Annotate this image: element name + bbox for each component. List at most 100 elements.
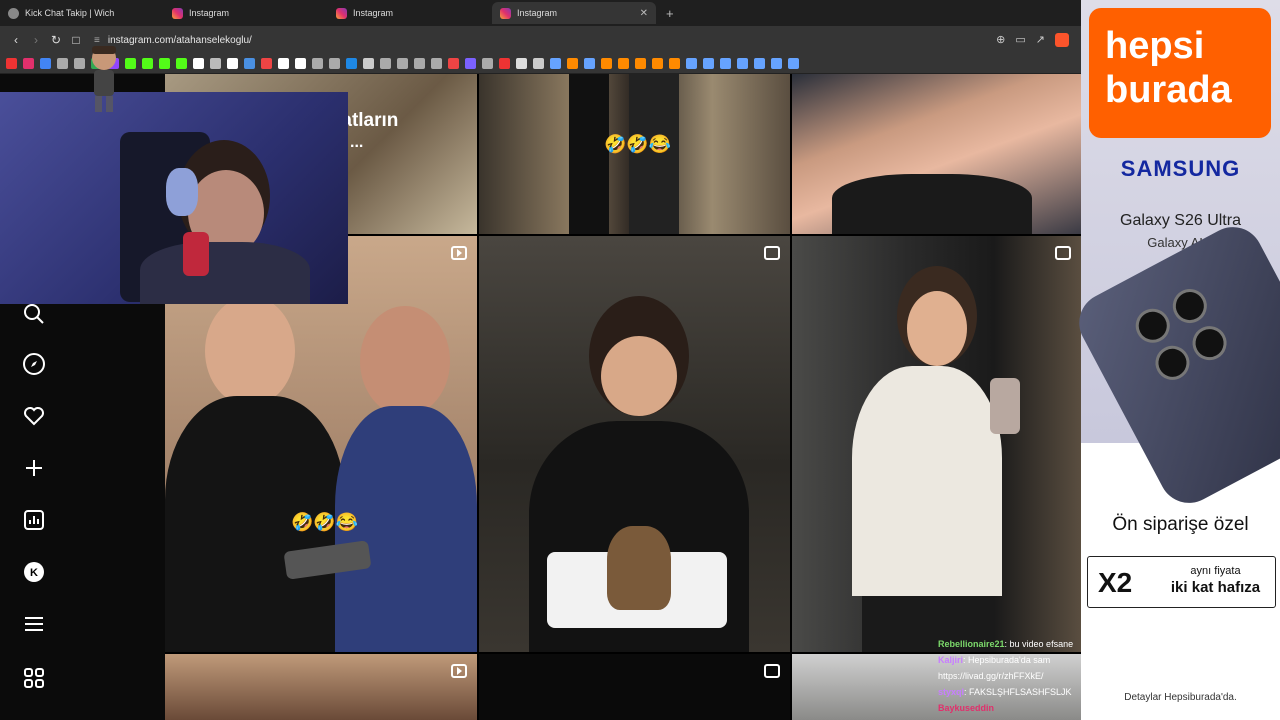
post-thumbnail[interactable]: 🤣🤣😂 bbox=[479, 74, 790, 234]
hepsiburada-logo: hepsi burada bbox=[1089, 8, 1271, 138]
bookmark-item-icon[interactable] bbox=[635, 58, 646, 69]
bookmark-icon[interactable]: □ bbox=[66, 33, 86, 47]
notifications-heart-icon[interactable] bbox=[22, 404, 46, 428]
bookmark-item-icon[interactable] bbox=[431, 58, 442, 69]
advertisement-panel[interactable]: hepsi burada SAMSUNG Galaxy S26 Ultra Ga… bbox=[1068, 0, 1280, 720]
camera-lens bbox=[1166, 283, 1213, 330]
bookmark-item-icon[interactable] bbox=[176, 58, 187, 69]
carousel-icon bbox=[764, 246, 780, 260]
bookmark-item-icon[interactable] bbox=[652, 58, 663, 69]
ad-details-link[interactable]: Detaylar Hepsiburada'da. bbox=[1081, 692, 1280, 703]
emoji-overlay: 🤣🤣😂 bbox=[291, 512, 359, 532]
post-thumbnail[interactable] bbox=[165, 654, 477, 720]
bookmark-item-icon[interactable] bbox=[550, 58, 561, 69]
bookmark-item-icon[interactable] bbox=[227, 58, 238, 69]
bookmark-item-icon[interactable] bbox=[533, 58, 544, 69]
person-figure bbox=[569, 74, 609, 234]
bookmark-item-icon[interactable] bbox=[482, 58, 493, 69]
bookmark-item-icon[interactable] bbox=[159, 58, 170, 69]
bookmark-item-icon[interactable] bbox=[703, 58, 714, 69]
bookmark-item-icon[interactable] bbox=[771, 58, 782, 69]
reload-icon[interactable]: ↻ bbox=[46, 33, 66, 47]
bookmark-item-icon[interactable] bbox=[74, 58, 85, 69]
bookmark-item-icon[interactable] bbox=[448, 58, 459, 69]
bookmark-item-icon[interactable] bbox=[397, 58, 408, 69]
tab-instagram-2[interactable]: Instagram bbox=[328, 2, 492, 24]
tab-kick-chat[interactable]: Kick Chat Takip | Wich bbox=[0, 2, 164, 24]
cast-icon[interactable]: ▭ bbox=[1015, 33, 1025, 47]
avatar-sticker bbox=[92, 46, 116, 112]
bookmark-item-icon[interactable] bbox=[210, 58, 221, 69]
bookmark-item-icon[interactable] bbox=[278, 58, 289, 69]
apps-grid-icon[interactable] bbox=[22, 666, 46, 690]
kick-extension-icon[interactable]: K bbox=[22, 560, 46, 584]
bookmark-item-icon[interactable] bbox=[499, 58, 510, 69]
url-field[interactable]: ≡ instagram.com/atahanselekoglu/ bbox=[94, 30, 996, 50]
bookmark-item-icon[interactable] bbox=[295, 58, 306, 69]
share-icon[interactable]: ↗ bbox=[1036, 33, 1045, 47]
bookmark-item-icon[interactable] bbox=[346, 58, 357, 69]
post-thumbnail[interactable] bbox=[792, 74, 1081, 234]
samsung-logo: SAMSUNG bbox=[1120, 156, 1241, 181]
camera-lens bbox=[1129, 302, 1176, 349]
bookmark-item-icon[interactable] bbox=[380, 58, 391, 69]
bookmark-item-icon[interactable] bbox=[414, 58, 425, 69]
bookmark-item-icon[interactable] bbox=[584, 58, 595, 69]
bookmark-item-icon[interactable] bbox=[567, 58, 578, 69]
post-thumbnail[interactable] bbox=[479, 654, 790, 720]
camera-lens bbox=[1186, 320, 1233, 367]
bookmark-item-icon[interactable] bbox=[737, 58, 748, 69]
bookmark-item-icon[interactable] bbox=[23, 58, 34, 69]
bookmark-item-icon[interactable] bbox=[125, 58, 136, 69]
headphones bbox=[166, 168, 198, 216]
bookmark-item-icon[interactable] bbox=[244, 58, 255, 69]
bookmark-item-icon[interactable] bbox=[754, 58, 765, 69]
brave-shield-icon[interactable] bbox=[1055, 33, 1069, 47]
bookmark-item-icon[interactable] bbox=[40, 58, 51, 69]
bookmark-item-icon[interactable] bbox=[669, 58, 680, 69]
post-thumbnail[interactable] bbox=[479, 236, 790, 652]
bookmark-item-icon[interactable] bbox=[601, 58, 612, 69]
tab-instagram-1[interactable]: Instagram bbox=[164, 2, 328, 24]
explore-icon[interactable] bbox=[22, 352, 46, 376]
create-plus-icon[interactable] bbox=[22, 456, 46, 480]
post-thumbnail[interactable] bbox=[792, 236, 1081, 652]
bookmark-item-icon[interactable] bbox=[788, 58, 799, 69]
bookmark-item-icon[interactable] bbox=[618, 58, 629, 69]
menu-icon[interactable] bbox=[22, 612, 46, 636]
bookmark-item-icon[interactable] bbox=[686, 58, 697, 69]
chat-text: : Hepsiburada'da sam bbox=[963, 655, 1051, 665]
new-tab-button[interactable]: + bbox=[666, 6, 674, 21]
chat-message: Rebellionaire21: bu video efsane bbox=[938, 636, 1081, 652]
camera-lens bbox=[1149, 339, 1196, 386]
bookmark-item-icon[interactable] bbox=[142, 58, 153, 69]
bookmark-item-icon[interactable] bbox=[465, 58, 476, 69]
bookmarks-bar bbox=[0, 54, 1081, 74]
close-tab-icon[interactable]: ✕ bbox=[640, 8, 648, 19]
bookmark-item-icon[interactable] bbox=[329, 58, 340, 69]
chat-text: : bu video efsane bbox=[1004, 639, 1074, 649]
url-text: instagram.com/atahanselekoglu/ bbox=[107, 34, 252, 46]
bookmark-item-icon[interactable] bbox=[363, 58, 374, 69]
bookmark-item-icon[interactable] bbox=[193, 58, 204, 69]
bookmark-item-icon[interactable] bbox=[261, 58, 272, 69]
tab-instagram-active[interactable]: Instagram ✕ bbox=[492, 2, 656, 24]
back-icon[interactable]: ‹ bbox=[6, 33, 26, 47]
search-icon[interactable] bbox=[22, 302, 46, 326]
tab-title: Instagram bbox=[189, 8, 230, 18]
bookmark-item-icon[interactable] bbox=[312, 58, 323, 69]
reel-icon bbox=[451, 246, 467, 260]
bookmark-item-icon[interactable] bbox=[720, 58, 731, 69]
ad-hero: hepsi burada SAMSUNG Galaxy S26 Ultra Ga… bbox=[1068, 0, 1280, 514]
ad-offer-box: X2 aynı fiyata iki kat hafıza bbox=[1087, 556, 1276, 608]
zoom-icon[interactable]: ⊕ bbox=[996, 33, 1005, 47]
dashboard-icon[interactable] bbox=[22, 508, 46, 532]
bookmark-item-icon[interactable] bbox=[57, 58, 68, 69]
forward-icon[interactable]: › bbox=[26, 33, 46, 47]
microphone bbox=[183, 232, 209, 276]
birthday-cake bbox=[607, 526, 671, 610]
tab-bar: Kick Chat Takip | Wich Instagram Instagr… bbox=[0, 0, 1081, 26]
bookmark-item-icon[interactable] bbox=[6, 58, 17, 69]
chat-message: https://livad.gg/r/zhFFXkE/ bbox=[938, 668, 1081, 684]
bookmark-item-icon[interactable] bbox=[516, 58, 527, 69]
